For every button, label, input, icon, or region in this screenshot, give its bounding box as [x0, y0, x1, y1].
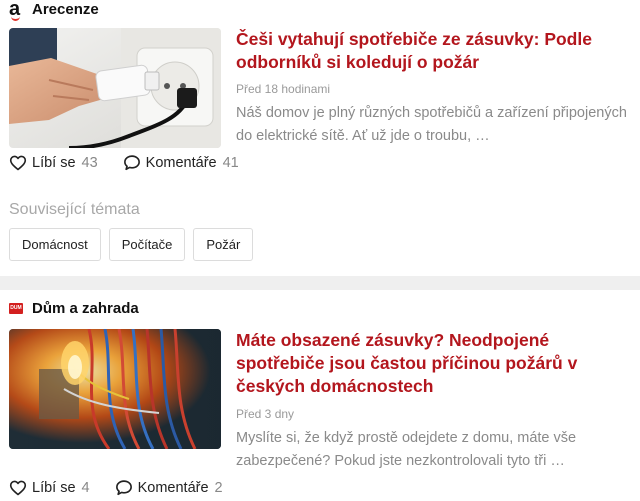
comments-button[interactable]: Komentáře 41 [123, 154, 239, 171]
heart-icon [9, 480, 27, 495]
burning-wires-image [9, 329, 221, 449]
article-perex[interactable]: Náš domov je plný různých spotřebičů a z… [236, 102, 631, 148]
like-button[interactable]: Líbí se 43 [9, 155, 98, 171]
related-topics-label: Související témata [9, 201, 140, 218]
article-source[interactable]: DUM Dům a zahrada [9, 300, 139, 317]
article-title[interactable]: Češi vytahují spotřebiče ze zásuvky: Pod… [236, 28, 631, 74]
article-thumbnail[interactable] [9, 329, 221, 449]
dum-a-zahrada-logo: DUM [9, 303, 23, 314]
like-count: 4 [81, 479, 90, 496]
related-topics-tags: Domácnost Počítače Požár [9, 228, 254, 261]
comment-icon [123, 155, 140, 171]
heart-icon [9, 155, 27, 170]
comments-label: Komentáře [137, 479, 209, 496]
comments-label: Komentáře [145, 154, 217, 171]
article-card: a Arecenze Češi vytahují spotřebiče ze z… [0, 0, 640, 276]
tag-pocitace[interactable]: Počítače [108, 228, 186, 261]
comments-button[interactable]: Komentáře 2 [115, 479, 223, 496]
article-time: Před 3 dny [236, 407, 295, 421]
like-button[interactable]: Líbí se 4 [9, 480, 90, 496]
like-label: Líbí se [32, 154, 76, 171]
hand-unplugging-plug-image [9, 28, 221, 148]
tag-pozar[interactable]: Požár [193, 228, 254, 261]
comments-count: 2 [214, 479, 223, 496]
feed-divider [0, 276, 640, 290]
like-label: Líbí se [32, 479, 76, 496]
article-perex[interactable]: Myslíte si, že když prostě odejdete z do… [236, 427, 631, 473]
article-title[interactable]: Máte obsazené zásuvky? Neodpojené spotře… [236, 329, 631, 398]
comment-icon [115, 480, 132, 496]
tag-domacnost[interactable]: Domácnost [9, 228, 101, 261]
comments-count: 41 [222, 154, 239, 171]
article-actions: Líbí se 43 Komentáře 41 [9, 154, 264, 171]
source-name[interactable]: Dům a zahrada [32, 300, 139, 317]
source-name[interactable]: Arecenze [32, 1, 99, 18]
article-source[interactable]: a Arecenze [9, 0, 99, 21]
article-card: DUM Dům a zahrada Máte obsazené zásuvky?… [0, 290, 640, 501]
article-time: Před 18 hodinami [236, 82, 331, 96]
like-count: 43 [81, 154, 98, 171]
article-thumbnail[interactable] [9, 28, 221, 148]
article-actions: Líbí se 4 Komentáře 2 [9, 479, 248, 496]
arecenze-logo: a [9, 0, 23, 21]
